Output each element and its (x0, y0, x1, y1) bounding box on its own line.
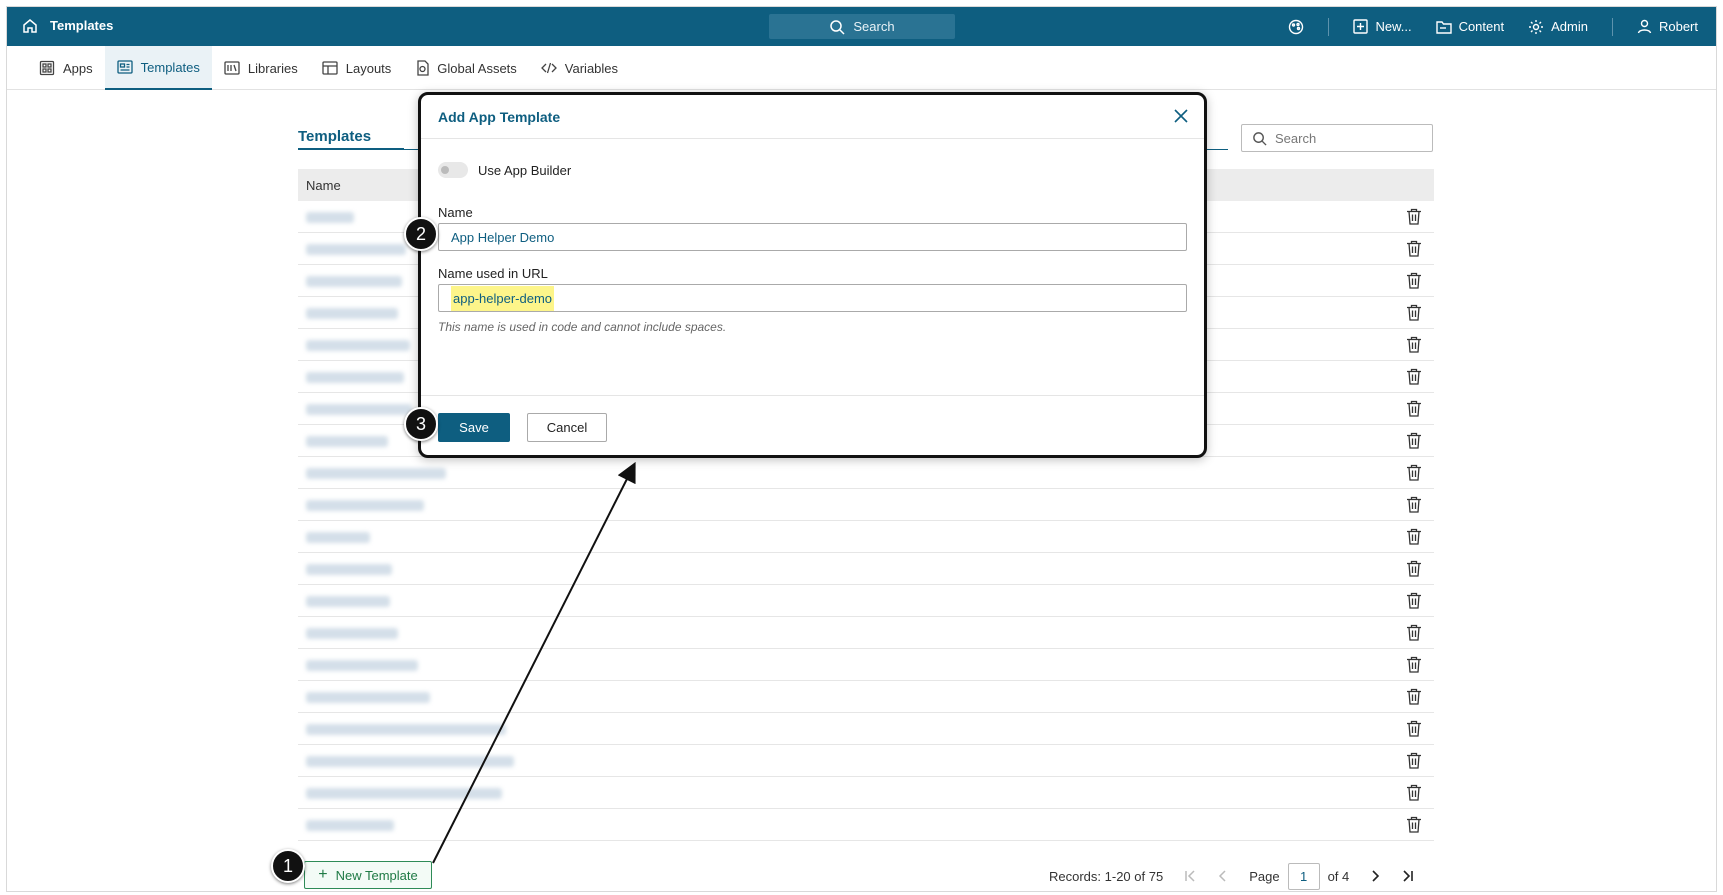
annotation-arrow (432, 461, 636, 864)
step-marker-2: 2 (404, 217, 438, 251)
step-marker-3: 3 (404, 407, 438, 441)
step-marker-1: 1 (271, 849, 305, 883)
app-window: Templates Search New... Content Admin Ro… (6, 6, 1717, 892)
